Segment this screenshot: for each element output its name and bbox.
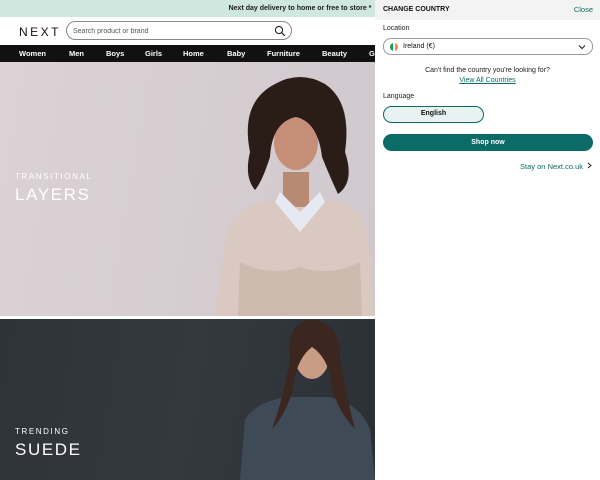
hero-banner-suede[interactable]: TRENDING SUEDE (0, 319, 375, 480)
panel-title: CHANGE COUNTRY (383, 6, 450, 13)
language-option-english[interactable]: English (383, 106, 484, 123)
nav-item-beauty[interactable]: Beauty (322, 45, 347, 62)
site-logo[interactable]: NEXT (19, 25, 61, 39)
chevron-down-icon (578, 45, 586, 50)
nav-item-baby[interactable]: Baby (227, 45, 245, 62)
search-icon[interactable] (274, 25, 286, 37)
panel-header: CHANGE COUNTRY Close (375, 0, 600, 20)
hero-headline-2: SUEDE (15, 440, 82, 459)
search-input[interactable] (73, 24, 263, 38)
stay-on-site-link[interactable]: Stay on Next.co.uk (520, 162, 592, 171)
nav-item-girls[interactable]: Girls (145, 45, 162, 62)
change-country-panel: CHANGE COUNTRY Close Location Ireland (€… (375, 0, 600, 480)
hero-banner-layers[interactable]: TRANSITIONAL LAYERS (0, 62, 375, 316)
nav-item-home[interactable]: Home (183, 45, 204, 62)
shop-now-button[interactable]: Shop now (383, 134, 593, 151)
close-button[interactable]: Close (574, 5, 593, 14)
cant-find-text: Can't find the country you're looking fo… (425, 67, 550, 74)
stay-link-text: Stay on Next.co.uk (520, 162, 583, 171)
location-label: Location (383, 25, 410, 32)
nav-item-boys[interactable]: Boys (106, 45, 124, 62)
view-all-countries-link[interactable]: View All Countries (375, 77, 600, 84)
hero-kicker: TRANSITIONAL (15, 172, 93, 181)
nav-item-men[interactable]: Men (69, 45, 84, 62)
main-nav: Women Men Boys Girls Home Baby Furniture… (0, 45, 375, 62)
country-select[interactable]: Ireland (€) (383, 38, 593, 55)
chevron-right-icon (587, 162, 592, 169)
nav-item-furniture[interactable]: Furniture (267, 45, 300, 62)
hero-kicker-2: TRENDING (15, 427, 70, 436)
ireland-flag-icon (390, 43, 398, 51)
language-label: Language (383, 93, 415, 100)
search-box[interactable] (66, 21, 292, 40)
nav-item-more[interactable]: G (369, 45, 375, 62)
selected-country: Ireland (€) (403, 43, 435, 50)
hero-headline: LAYERS (15, 185, 91, 204)
nav-item-women[interactable]: Women (19, 45, 46, 62)
